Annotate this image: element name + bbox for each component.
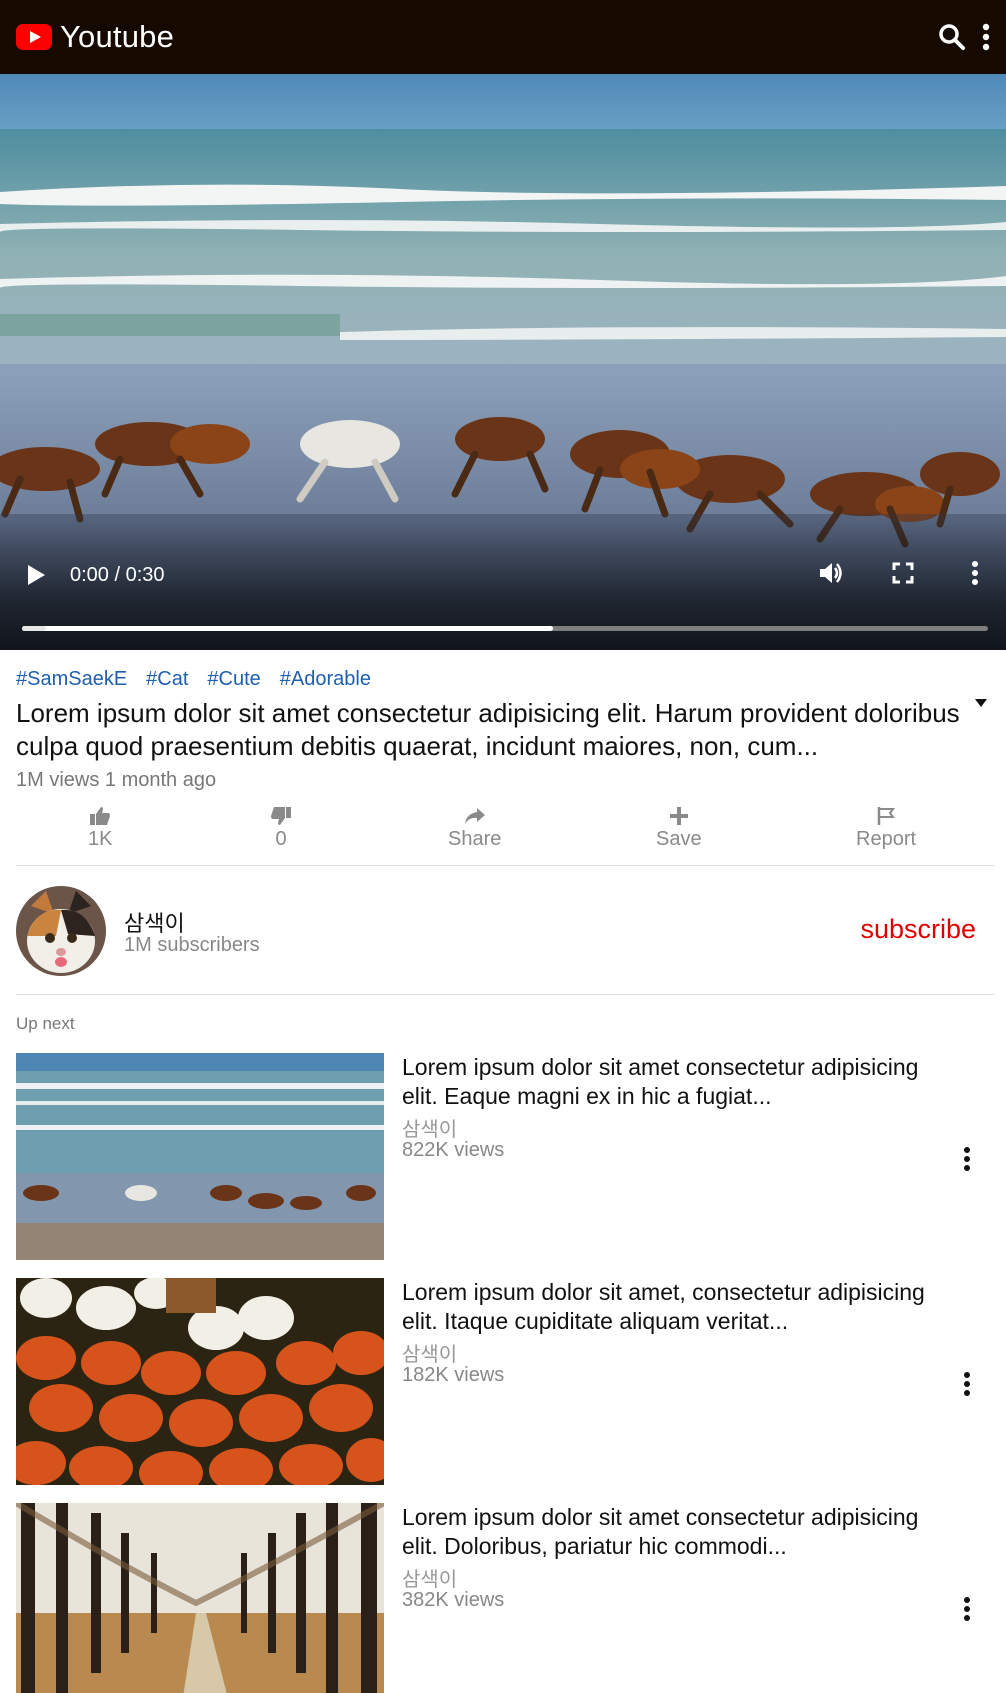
up-next-channel: 삼색이 (402, 1344, 458, 1366)
up-next-views: 382K views (402, 1589, 505, 1611)
more-vertical-icon[interactable] (972, 17, 1000, 57)
share-button[interactable]: Share (448, 804, 501, 851)
more-vertical-icon[interactable] (970, 560, 980, 586)
hashtag[interactable]: #SamSaekE (16, 668, 127, 691)
channel-subscribers: 1M subscribers (124, 934, 260, 956)
up-next-title[interactable]: Lorem ipsum dolor sit amet, consectetur … (402, 1278, 942, 1336)
video-meta: 1M views 1 month ago (16, 769, 217, 791)
video-actions: 1K 0 Share Save Report (16, 800, 994, 866)
video-player[interactable]: 0:00 / 0:30 (0, 74, 1006, 650)
progress-played (22, 626, 47, 631)
youtube-logo[interactable]: Youtube (16, 19, 174, 55)
more-vertical-icon[interactable] (962, 1372, 972, 1396)
progress-bar[interactable] (22, 626, 988, 631)
plus-icon (669, 807, 688, 825)
like-count: 1K (88, 828, 113, 850)
up-next-label: Up next (16, 1014, 75, 1033)
app-title: Youtube (60, 19, 175, 54)
up-next-channel: 삼색이 (402, 1569, 458, 1591)
share-label: Share (448, 828, 502, 850)
up-next-title[interactable]: Lorem ipsum dolor sit amet consectetur a… (402, 1053, 942, 1111)
up-next-channel: 삼색이 (402, 1119, 458, 1141)
volume-icon[interactable] (818, 560, 844, 586)
play-icon[interactable] (26, 564, 46, 586)
like-button[interactable]: 1K (88, 804, 112, 851)
search-icon[interactable] (932, 17, 972, 57)
cat-avatar-image (16, 886, 106, 976)
hashtag-list: #SamSaekE #Cat #Cute #Adorable (16, 668, 996, 691)
thumbs-down-icon (271, 807, 291, 825)
app-header: Youtube (0, 0, 1006, 74)
hashtag[interactable]: #Adorable (280, 668, 371, 691)
channel-avatar[interactable] (16, 886, 106, 976)
hashtag[interactable]: #Cat (146, 668, 188, 691)
video-thumbnail[interactable] (16, 1278, 384, 1485)
save-button[interactable]: Save (656, 804, 702, 851)
report-label: Report (856, 828, 917, 850)
video-thumbnail[interactable] (16, 1503, 384, 1693)
progress-buffered (22, 626, 554, 631)
share-icon (464, 808, 485, 824)
up-next-item[interactable]: Lorem ipsum dolor sit amet consectetur a… (16, 1503, 996, 1693)
dislike-count: 0 (275, 828, 287, 850)
up-next-views: 822K views (402, 1139, 505, 1161)
up-next-item[interactable]: Lorem ipsum dolor sit amet consectetur a… (16, 1053, 996, 1260)
fullscreen-icon[interactable] (892, 562, 914, 584)
save-label: Save (656, 828, 702, 850)
pumpkins-thumbnail (16, 1278, 384, 1485)
up-next-views: 182K views (402, 1364, 505, 1386)
player-controls: 0:00 / 0:30 (0, 520, 1006, 650)
thumbs-up-icon (90, 807, 111, 825)
video-title: Lorem ipsum dolor sit amet consectetur a… (16, 698, 960, 761)
youtube-logo-icon (16, 24, 52, 50)
flag-icon (877, 807, 896, 825)
subscribe-button[interactable]: subscribe (860, 914, 976, 945)
more-vertical-icon[interactable] (962, 1597, 972, 1621)
up-next-title[interactable]: Lorem ipsum dolor sit amet consectetur a… (402, 1503, 942, 1561)
video-info: #SamSaekE #Cat #Cute #Adorable Lorem ips… (16, 668, 996, 792)
player-time: 0:00 / 0:30 (70, 564, 165, 586)
horses-on-beach-thumbnail (16, 1053, 384, 1260)
autumn-tree-path-thumbnail (16, 1503, 384, 1693)
dislike-button[interactable]: 0 (270, 804, 292, 851)
video-thumbnail[interactable] (16, 1053, 384, 1260)
hashtag[interactable]: #Cute (207, 668, 260, 691)
more-vertical-icon[interactable] (962, 1147, 972, 1171)
expand-description-icon[interactable] (974, 698, 988, 708)
up-next-item[interactable]: Lorem ipsum dolor sit amet, consectetur … (16, 1278, 996, 1485)
channel-row: 삼색이 1M subscribers subscribe (16, 866, 994, 995)
report-button[interactable]: Report (856, 804, 916, 851)
